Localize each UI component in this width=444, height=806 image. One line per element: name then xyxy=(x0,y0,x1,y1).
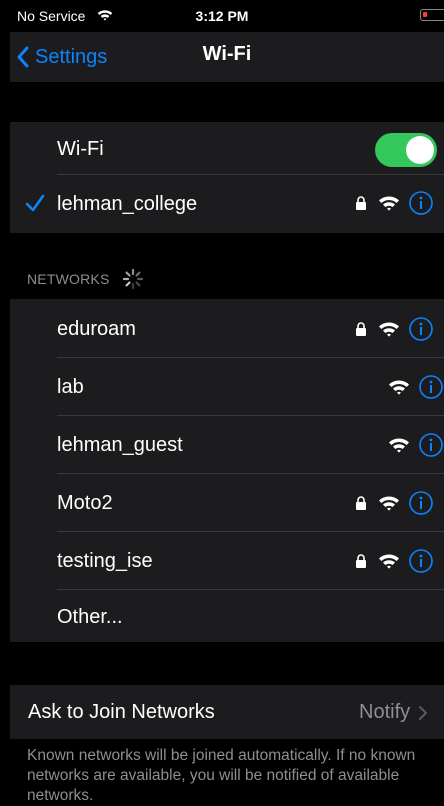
network-name[interactable]: lab xyxy=(57,376,84,399)
carrier-label: No Service xyxy=(17,8,86,24)
ask-to-join-value: Notify xyxy=(359,701,411,723)
info-icon[interactable] xyxy=(409,191,433,215)
page-title: Wi-Fi xyxy=(202,43,252,65)
networks-section-header: NETWORKS xyxy=(27,271,110,287)
connected-network-icons xyxy=(355,191,433,215)
ask-to-join-footer: Known networks will be joined automatica… xyxy=(27,747,416,804)
network-name[interactable]: Moto2 xyxy=(57,492,113,515)
wifi-strength-icon xyxy=(379,554,399,569)
loading-spinner-icon xyxy=(122,268,144,290)
lock-icon xyxy=(356,322,366,336)
info-icon[interactable] xyxy=(409,317,433,341)
network-name[interactable]: testing_ise xyxy=(57,550,153,573)
info-icon[interactable] xyxy=(419,375,443,399)
wifi-strength-icon xyxy=(389,438,409,453)
networks-list: eduroam lab lehman_guest Moto2 testing_i… xyxy=(10,299,444,642)
navigation-bar: Settings Wi-Fi xyxy=(10,32,444,82)
ask-to-join-label: Ask to Join Networks xyxy=(28,701,215,723)
wifi-strength-icon xyxy=(379,496,399,511)
wifi-strength-icon xyxy=(379,322,399,337)
network-icons xyxy=(355,549,433,573)
divider xyxy=(57,174,444,175)
network-icons xyxy=(377,433,443,457)
wifi-toggle-label: Wi-Fi xyxy=(57,138,104,160)
divider xyxy=(57,589,444,590)
info-icon[interactable] xyxy=(409,491,433,515)
network-name[interactable]: lehman_guest xyxy=(57,434,183,457)
divider xyxy=(57,531,444,532)
ask-to-join-row[interactable]: Ask to Join Networks Notify xyxy=(10,685,444,739)
battery-icon xyxy=(420,9,444,21)
wifi-toggle-switch[interactable] xyxy=(375,133,437,167)
divider xyxy=(57,357,444,358)
network-icons xyxy=(355,491,433,515)
checkmark-icon xyxy=(25,194,45,212)
lock-icon xyxy=(356,196,366,210)
info-icon[interactable] xyxy=(409,549,433,573)
wifi-strength-icon xyxy=(389,380,409,395)
info-icon[interactable] xyxy=(419,433,443,457)
network-icons xyxy=(355,317,433,341)
network-name[interactable]: eduroam xyxy=(57,318,136,341)
status-bar: 3:12 PM No Service xyxy=(0,0,444,32)
lock-icon xyxy=(356,554,366,568)
lock-icon xyxy=(356,496,366,510)
chevron-right-icon xyxy=(419,705,428,720)
network-icons xyxy=(377,375,443,399)
other-network-button[interactable]: Other... xyxy=(57,606,123,629)
divider xyxy=(57,473,444,474)
divider xyxy=(57,415,444,416)
wifi-strength-icon xyxy=(379,196,399,211)
ask-to-join-value-group: Notify xyxy=(359,701,428,724)
wifi-signal-icon xyxy=(97,10,113,21)
connected-network-name[interactable]: lehman_college xyxy=(57,193,197,216)
